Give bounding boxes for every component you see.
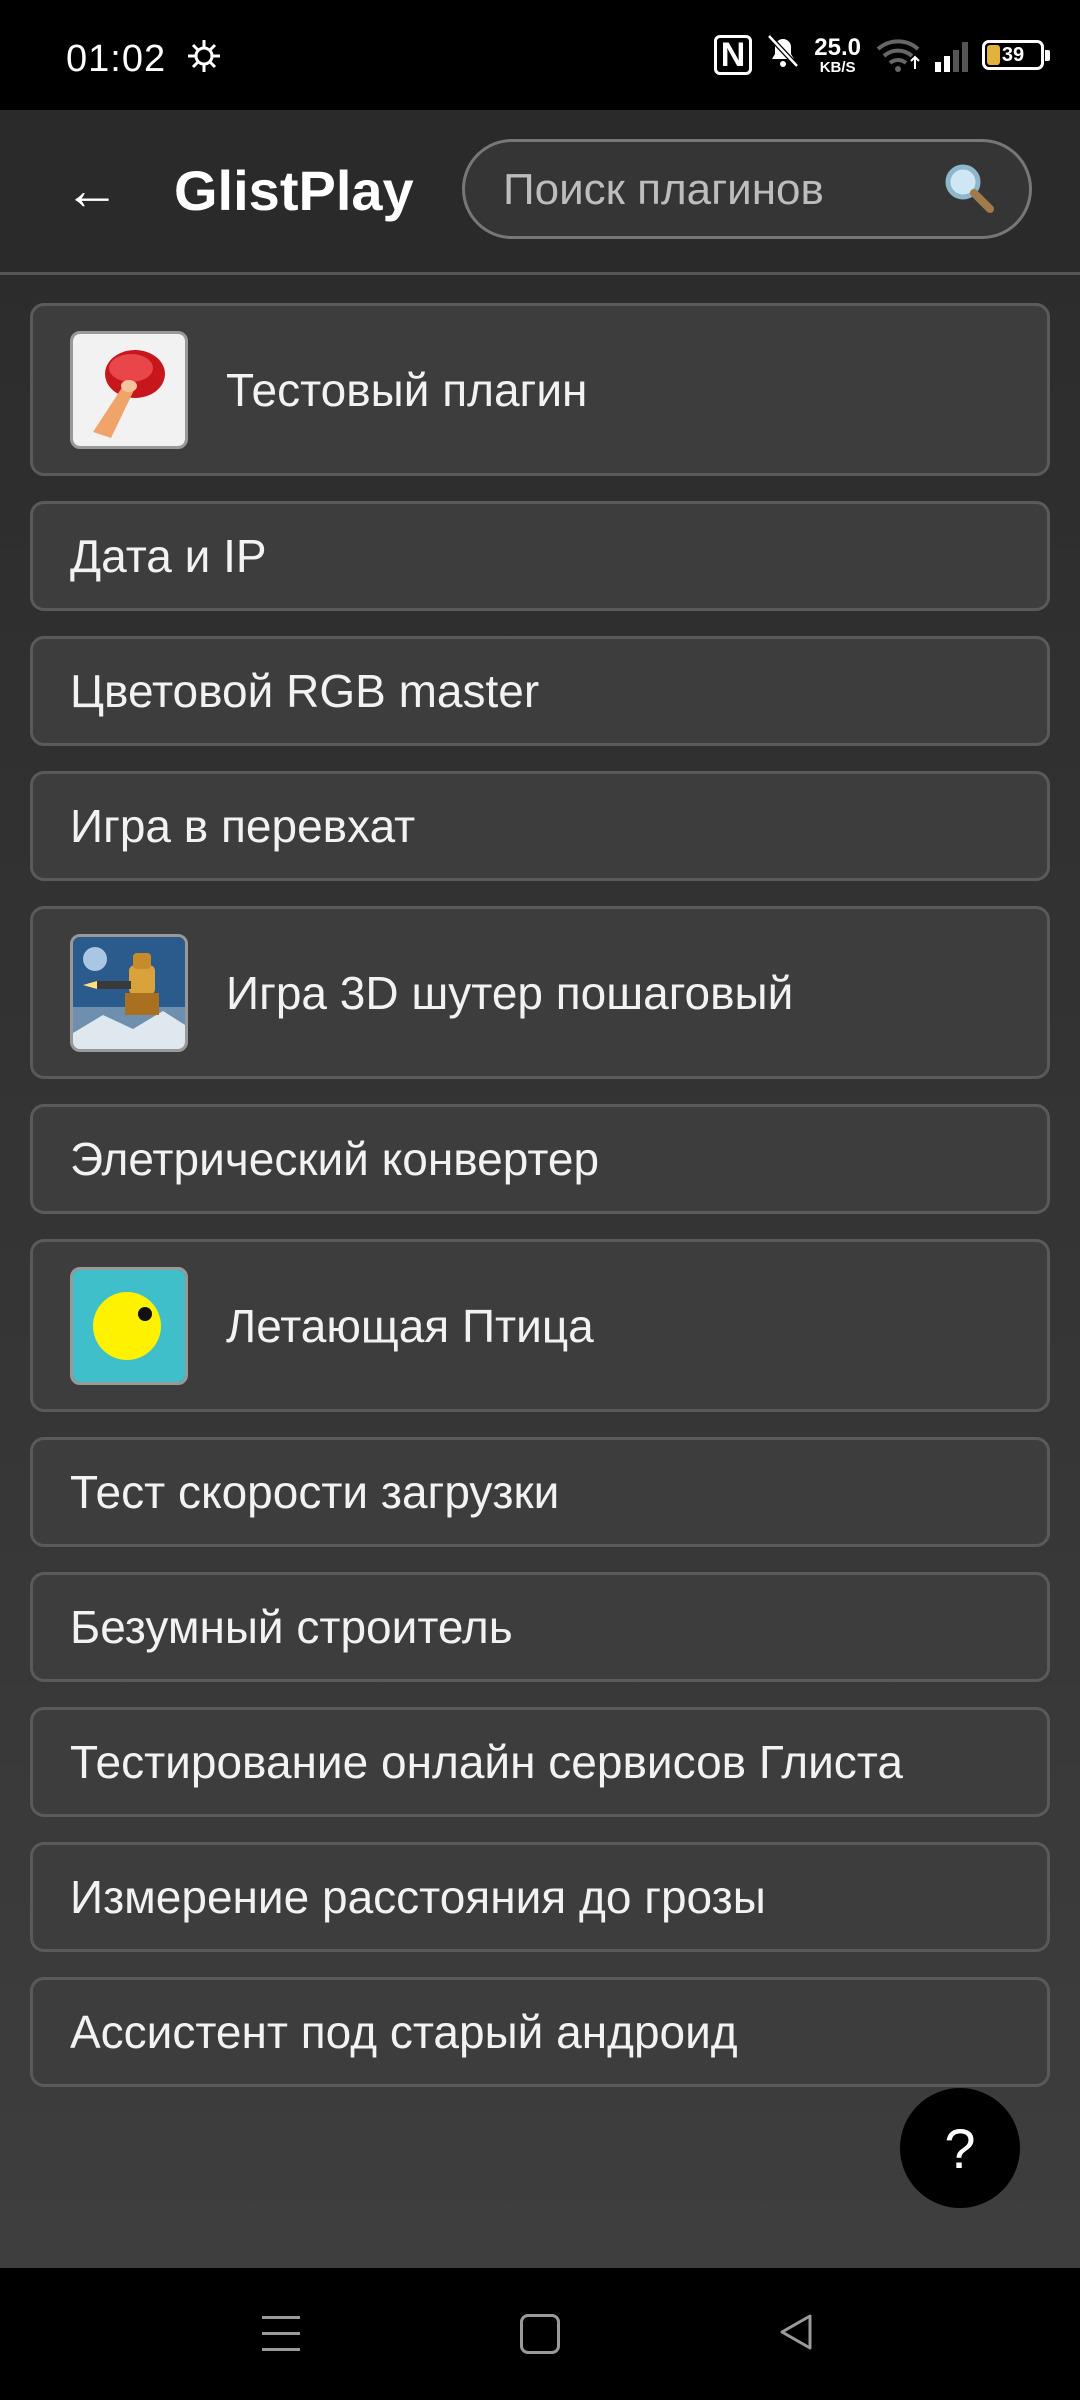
list-item[interactable]: Измерение расстояния до грозы — [30, 1842, 1050, 1952]
wifi-icon — [876, 39, 920, 72]
nfc-icon: N — [713, 35, 753, 75]
list-item-label: Игра в перевхат — [70, 800, 416, 852]
status-bar: 01:02 N 25.0 KB/S 39 — [0, 0, 1080, 110]
list-item-label: Тест скорости загрузки — [70, 1466, 560, 1518]
plugin-list: Тестовый плагин Дата и IP Цветовой RGB m… — [30, 303, 1050, 2112]
list-item[interactable]: Летающая Птица — [30, 1239, 1050, 1412]
search-bar[interactable] — [462, 139, 1032, 239]
battery-level: 39 — [1001, 44, 1025, 66]
list-item[interactable]: Ассистент под старый андроид — [30, 1977, 1050, 2087]
finger-button-icon — [70, 330, 188, 449]
list-item-label: Безумный строитель — [70, 1601, 513, 1653]
search-input[interactable] — [501, 142, 925, 238]
list-item[interactable]: Элетрический конвертер — [30, 1104, 1050, 1214]
list-item-label: Дата и IP — [70, 530, 267, 582]
app-bar: ← GlistPlay — [0, 110, 1080, 275]
robot-shooter-icon — [70, 933, 188, 1052]
home-square-icon[interactable] — [520, 2314, 560, 2354]
list-item[interactable]: Безумный строитель — [30, 1572, 1050, 1682]
list-item-label: Ассистент под старый андроид — [70, 2006, 738, 2058]
bluetooth-gear-icon — [184, 36, 224, 86]
list-item-label: Летающая Птица — [226, 1299, 594, 1352]
list-item[interactable]: Тестовый плагин — [30, 303, 1050, 476]
list-item[interactable]: Игра 3D шутер пошаговый — [30, 906, 1050, 1079]
status-time: 01:02 — [66, 38, 167, 80]
list-item-label: Элетрический конвертер — [70, 1133, 600, 1185]
list-item[interactable]: Тест скорости загрузки — [30, 1437, 1050, 1547]
system-nav-bar — [0, 2268, 1080, 2400]
list-item-label: Цветовой RGB master — [70, 665, 540, 717]
battery-icon: 39 — [982, 40, 1050, 70]
yellow-bird-icon — [70, 1266, 188, 1385]
network-speed: 25.0 KB/S — [814, 33, 861, 76]
back-button[interactable]: ← — [64, 162, 120, 218]
list-item[interactable]: Тестирование онлайн сервисов Глиста — [30, 1707, 1050, 1817]
recents-menu-icon[interactable] — [262, 2316, 300, 2352]
search-icon[interactable] — [941, 160, 997, 216]
back-triangle-icon[interactable] — [776, 2312, 816, 2352]
list-item-label: Тестирование онлайн сервисов Глиста — [70, 1736, 903, 1788]
list-item[interactable]: Дата и IP — [30, 501, 1050, 611]
app-screen: ← GlistPlay Тестовый плагин — [0, 110, 1080, 2268]
list-item-label: Тестовый плагин — [226, 363, 588, 416]
list-item[interactable]: Игра в перевхат — [30, 771, 1050, 881]
list-item-label: Измерение расстояния до грозы — [70, 1871, 766, 1923]
page-title: GlistPlay — [174, 159, 414, 222]
bell-off-icon — [766, 33, 800, 78]
list-item-label: Игра 3D шутер пошаговый — [226, 966, 794, 1019]
list-item[interactable]: Цветовой RGB master — [30, 636, 1050, 746]
signal-icon — [935, 38, 968, 72]
help-button[interactable]: ? — [900, 2088, 1020, 2208]
